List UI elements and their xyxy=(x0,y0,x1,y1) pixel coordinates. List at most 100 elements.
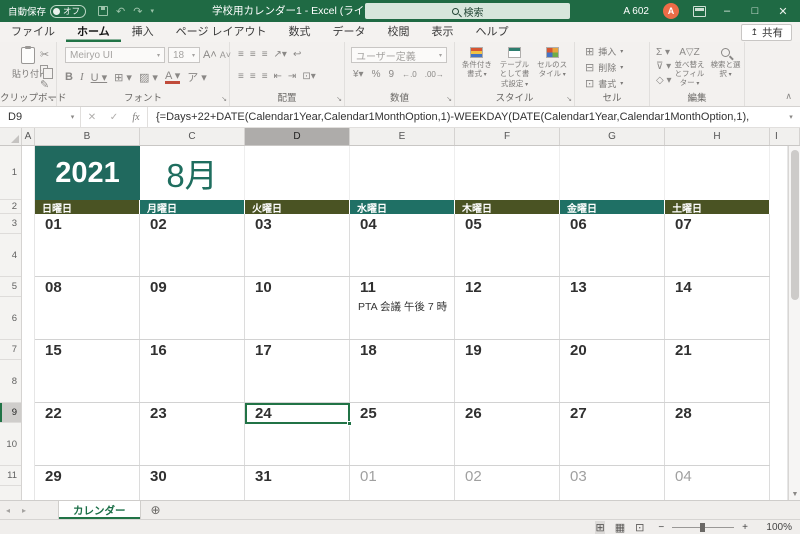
align-left-icon[interactable]: ≡ xyxy=(238,71,244,82)
calendar-day-cell[interactable]: 05 xyxy=(455,214,560,276)
calendar-day-cell[interactable]: 07 xyxy=(665,214,770,276)
column-header-c[interactable]: C xyxy=(140,128,245,145)
calendar-day-cell[interactable]: 08 xyxy=(35,277,140,339)
comma-format-icon[interactable]: 9 xyxy=(389,69,395,80)
clear-icon[interactable]: ◇ ▾ xyxy=(656,75,672,86)
align-center-icon[interactable]: ≡ xyxy=(250,71,256,82)
name-box[interactable]: D9 xyxy=(0,107,65,127)
calendar-day-cell[interactable]: 20 xyxy=(560,340,665,402)
column-header-f[interactable]: F xyxy=(455,128,560,145)
align-bottom-icon[interactable]: ≡ xyxy=(262,49,268,60)
tab-review[interactable]: 校閲 xyxy=(377,22,421,42)
calendar-day-cell[interactable]: 18 xyxy=(350,340,455,402)
align-top-icon[interactable]: ≡ xyxy=(238,49,244,60)
column-header-e[interactable]: E xyxy=(350,128,455,145)
calendar-day-cell[interactable]: 28 xyxy=(665,403,770,465)
border-icon[interactable]: ⊞ ▾ xyxy=(114,71,132,84)
share-button[interactable]: ↥共有 xyxy=(741,24,792,41)
font-color-icon[interactable]: A ▾ xyxy=(165,71,180,84)
row-header-1[interactable]: 1 xyxy=(0,146,21,200)
ribbon-display-options-icon[interactable] xyxy=(693,6,706,17)
font-size-select[interactable]: 18▾ xyxy=(168,47,200,63)
fill-color-icon[interactable]: ▨ ▾ xyxy=(139,71,158,84)
calendar-day-cell[interactable]: 06 xyxy=(560,214,665,276)
calendar-day-cell[interactable]: 10 xyxy=(245,277,350,339)
clipboard-dialog-launcher-icon[interactable]: ↘ xyxy=(48,95,54,103)
page-break-view-icon[interactable]: ⊡ xyxy=(635,521,644,534)
vertical-scrollbar[interactable]: ▼ xyxy=(788,146,800,500)
enter-icon[interactable]: ✓ xyxy=(103,112,125,123)
row-header-4[interactable]: 4 xyxy=(0,234,21,277)
close-button[interactable]: ✕ xyxy=(776,5,790,18)
row-header-7[interactable]: 7 xyxy=(0,340,21,360)
column-header-d[interactable]: D xyxy=(245,128,350,145)
month-cell[interactable]: 8月 xyxy=(140,146,245,200)
undo-icon[interactable]: ↶ xyxy=(116,5,125,18)
save-icon[interactable] xyxy=(98,6,108,16)
percent-format-icon[interactable]: % xyxy=(372,69,381,80)
number-dialog-launcher-icon[interactable]: ↘ xyxy=(446,95,452,103)
weekday-wednesday[interactable]: 水曜日 xyxy=(350,200,455,214)
calendar-day-cell[interactable]: 30 xyxy=(140,466,245,500)
autosave-toggle[interactable]: 自動保存 オフ xyxy=(8,4,86,18)
format-cells-button[interactable]: ⊡書式▾ xyxy=(585,77,649,90)
weekday-sunday[interactable]: 日曜日 xyxy=(35,200,140,214)
bold-icon[interactable]: B xyxy=(65,71,73,83)
calendar-day-cell[interactable]: 27 xyxy=(560,403,665,465)
formula-input[interactable]: {=Days+22+DATE(Calendar1Year,Calendar1Mo… xyxy=(148,107,782,127)
calendar-day-cell[interactable]: 01 xyxy=(350,466,455,500)
calendar-day-cell[interactable]: 19 xyxy=(455,340,560,402)
wrap-text-icon[interactable]: ↩ xyxy=(293,49,301,60)
weekday-friday[interactable]: 金曜日 xyxy=(560,200,665,214)
sheet-tab-calendar[interactable]: カレンダー xyxy=(58,501,141,519)
tab-formulas[interactable]: 数式 xyxy=(278,22,322,42)
calendar-day-cell[interactable]: 12 xyxy=(455,277,560,339)
vertical-scrollbar-thumb[interactable] xyxy=(791,150,799,300)
calendar-day-cell[interactable]: 04 xyxy=(350,214,455,276)
tab-view[interactable]: 表示 xyxy=(421,22,465,42)
name-box-dropdown-icon[interactable]: ▾ xyxy=(65,107,81,127)
row-header-8[interactable]: 8 xyxy=(0,360,21,403)
fill-icon[interactable]: ⊽ ▾ xyxy=(656,61,672,72)
zoom-in-icon[interactable]: + xyxy=(742,522,748,533)
year-cell[interactable]: 2021 xyxy=(35,146,140,200)
select-all-corner[interactable] xyxy=(0,128,22,145)
currency-format-icon[interactable]: ¥▾ xyxy=(353,69,364,80)
calendar-day-cell[interactable]: 04 xyxy=(665,466,770,500)
calendar-day-cell[interactable]: 01 xyxy=(35,214,140,276)
calendar-day-cell[interactable]: 29 xyxy=(35,466,140,500)
number-format-select[interactable]: ユーザー定義▾ xyxy=(351,47,447,63)
calendar-day-cell[interactable]: 13 xyxy=(560,277,665,339)
zoom-out-icon[interactable]: − xyxy=(658,522,664,533)
column-header-i[interactable]: I xyxy=(770,128,800,145)
empty-cell[interactable] xyxy=(560,146,665,200)
column-header-b[interactable]: B xyxy=(35,128,140,145)
weekday-monday[interactable]: 月曜日 xyxy=(140,200,245,214)
calendar-day-cell[interactable]: 16 xyxy=(140,340,245,402)
tab-home[interactable]: ホーム xyxy=(66,22,121,42)
page-layout-view-icon[interactable]: ▦ xyxy=(615,521,625,534)
weekday-saturday[interactable]: 土曜日 xyxy=(665,200,770,214)
calendar-day-cell[interactable]: 15 xyxy=(35,340,140,402)
calendar-day-cell[interactable]: 23 xyxy=(140,403,245,465)
zoom-slider-thumb[interactable] xyxy=(700,523,705,532)
calendar-day-cell[interactable]: 31 xyxy=(245,466,350,500)
qat-customize-icon[interactable]: ▾ xyxy=(150,7,154,15)
calendar-day-cell[interactable]: 03 xyxy=(560,466,665,500)
tab-data[interactable]: データ xyxy=(322,22,377,42)
align-right-icon[interactable]: ≡ xyxy=(262,71,268,82)
zoom-level[interactable]: 100% xyxy=(758,522,792,533)
calendar-day-cell[interactable]: 14 xyxy=(665,277,770,339)
delete-cells-button[interactable]: ⊟削除▾ xyxy=(585,61,649,74)
font-dialog-launcher-icon[interactable]: ↘ xyxy=(221,95,227,103)
tab-page-layout[interactable]: ページ レイアウト xyxy=(165,22,278,42)
tab-file[interactable]: ファイル xyxy=(0,22,66,42)
cancel-icon[interactable]: ✕ xyxy=(81,112,103,123)
insert-cells-button[interactable]: ⊞挿入▾ xyxy=(585,45,649,58)
empty-cell[interactable] xyxy=(350,146,455,200)
calendar-day-cell[interactable]: 02 xyxy=(140,214,245,276)
row-header-9[interactable]: 9 xyxy=(0,403,21,423)
alignment-dialog-launcher-icon[interactable]: ↘ xyxy=(336,95,342,103)
row-header-5[interactable]: 5 xyxy=(0,277,21,297)
weekday-thursday[interactable]: 木曜日 xyxy=(455,200,560,214)
